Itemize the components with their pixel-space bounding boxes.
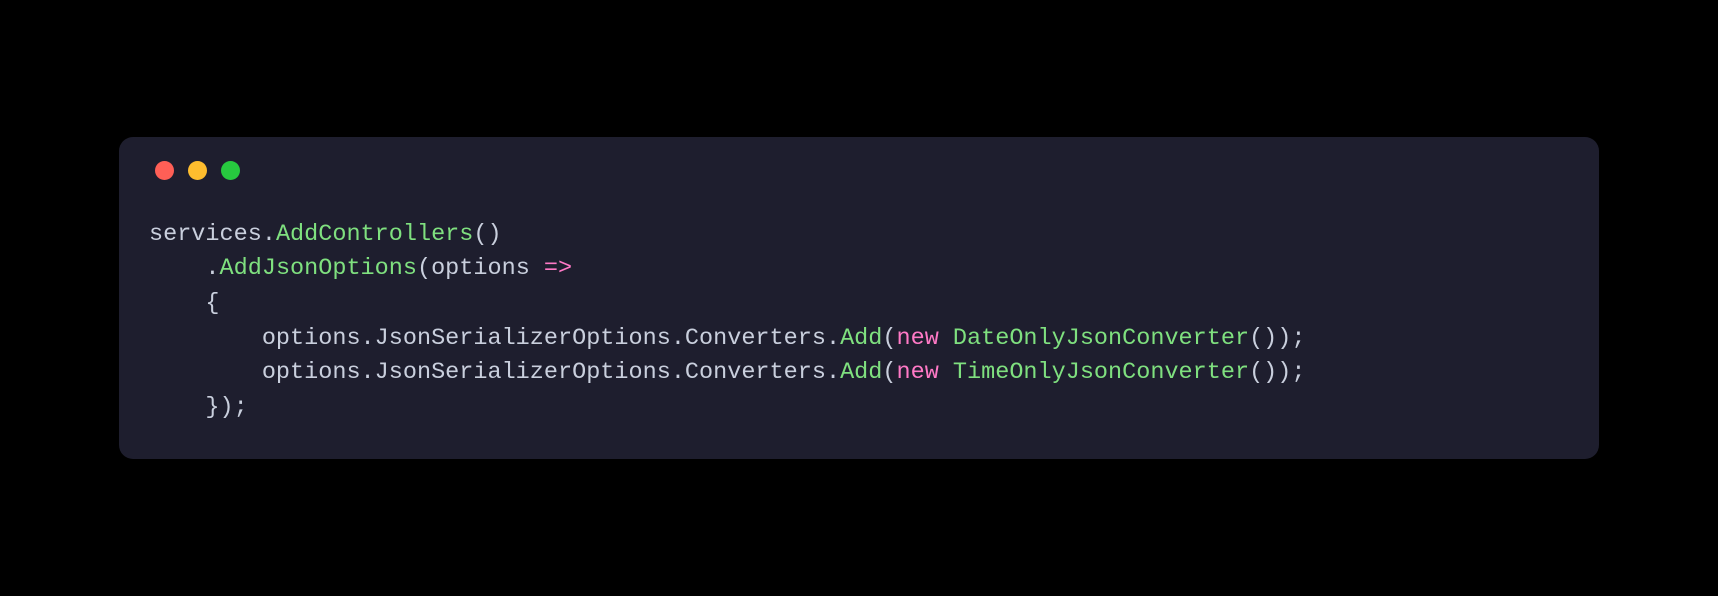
parameter: options xyxy=(431,255,530,282)
indent xyxy=(149,290,205,317)
method-call: Add xyxy=(840,325,882,352)
semicolon: ; xyxy=(1291,359,1305,386)
code-line-2: .AddJsonOptions(options => xyxy=(149,255,572,282)
code-window: services.AddControllers() .AddJsonOption… xyxy=(119,137,1599,459)
dot: . xyxy=(361,325,375,352)
semicolon: ; xyxy=(1291,325,1305,352)
method-call: AddControllers xyxy=(276,221,473,248)
property: JsonSerializerOptions xyxy=(375,359,671,386)
dot: . xyxy=(262,221,276,248)
code-line-5: options.JsonSerializerOptions.Converters… xyxy=(149,359,1306,386)
rparen: ) xyxy=(1277,359,1291,386)
dot: . xyxy=(361,359,375,386)
brace-close: } xyxy=(205,394,219,421)
variable: options xyxy=(262,325,361,352)
dot: . xyxy=(671,325,685,352)
close-icon[interactable] xyxy=(155,161,174,180)
indent xyxy=(149,325,262,352)
indent xyxy=(149,255,205,282)
property: JsonSerializerOptions xyxy=(375,325,671,352)
rparen: ) xyxy=(1277,325,1291,352)
ctor-parens: () xyxy=(1249,325,1277,352)
dot: . xyxy=(826,359,840,386)
type-name: TimeOnlyJsonConverter xyxy=(953,359,1249,386)
code-line-1: services.AddControllers() xyxy=(149,221,502,248)
identifier: services xyxy=(149,221,262,248)
indent xyxy=(149,359,262,386)
type-name: DateOnlyJsonConverter xyxy=(953,325,1249,352)
indent xyxy=(149,394,205,421)
traffic-lights xyxy=(155,161,1569,180)
brace-open: { xyxy=(205,290,219,317)
method-call: Add xyxy=(840,359,882,386)
lambda-arrow: => xyxy=(544,255,572,282)
ctor-parens: () xyxy=(1249,359,1277,386)
code-line-3: { xyxy=(149,290,220,317)
code-line-6: }); xyxy=(149,394,248,421)
keyword-new: new xyxy=(896,325,938,352)
maximize-icon[interactable] xyxy=(221,161,240,180)
dot: . xyxy=(205,255,219,282)
space xyxy=(939,325,953,352)
variable: options xyxy=(262,359,361,386)
lparen: ( xyxy=(882,325,896,352)
code-block: services.AddControllers() .AddJsonOption… xyxy=(149,218,1569,425)
keyword-new: new xyxy=(896,359,938,386)
minimize-icon[interactable] xyxy=(188,161,207,180)
dot: . xyxy=(671,359,685,386)
dot: . xyxy=(826,325,840,352)
property: Converters xyxy=(685,359,826,386)
semicolon: ; xyxy=(234,394,248,421)
parens: () xyxy=(473,221,501,248)
space xyxy=(939,359,953,386)
lparen: ( xyxy=(417,255,431,282)
lparen: ( xyxy=(882,359,896,386)
property: Converters xyxy=(685,325,826,352)
code-line-4: options.JsonSerializerOptions.Converters… xyxy=(149,325,1306,352)
space xyxy=(530,255,544,282)
rparen: ) xyxy=(220,394,234,421)
method-call: AddJsonOptions xyxy=(220,255,417,282)
